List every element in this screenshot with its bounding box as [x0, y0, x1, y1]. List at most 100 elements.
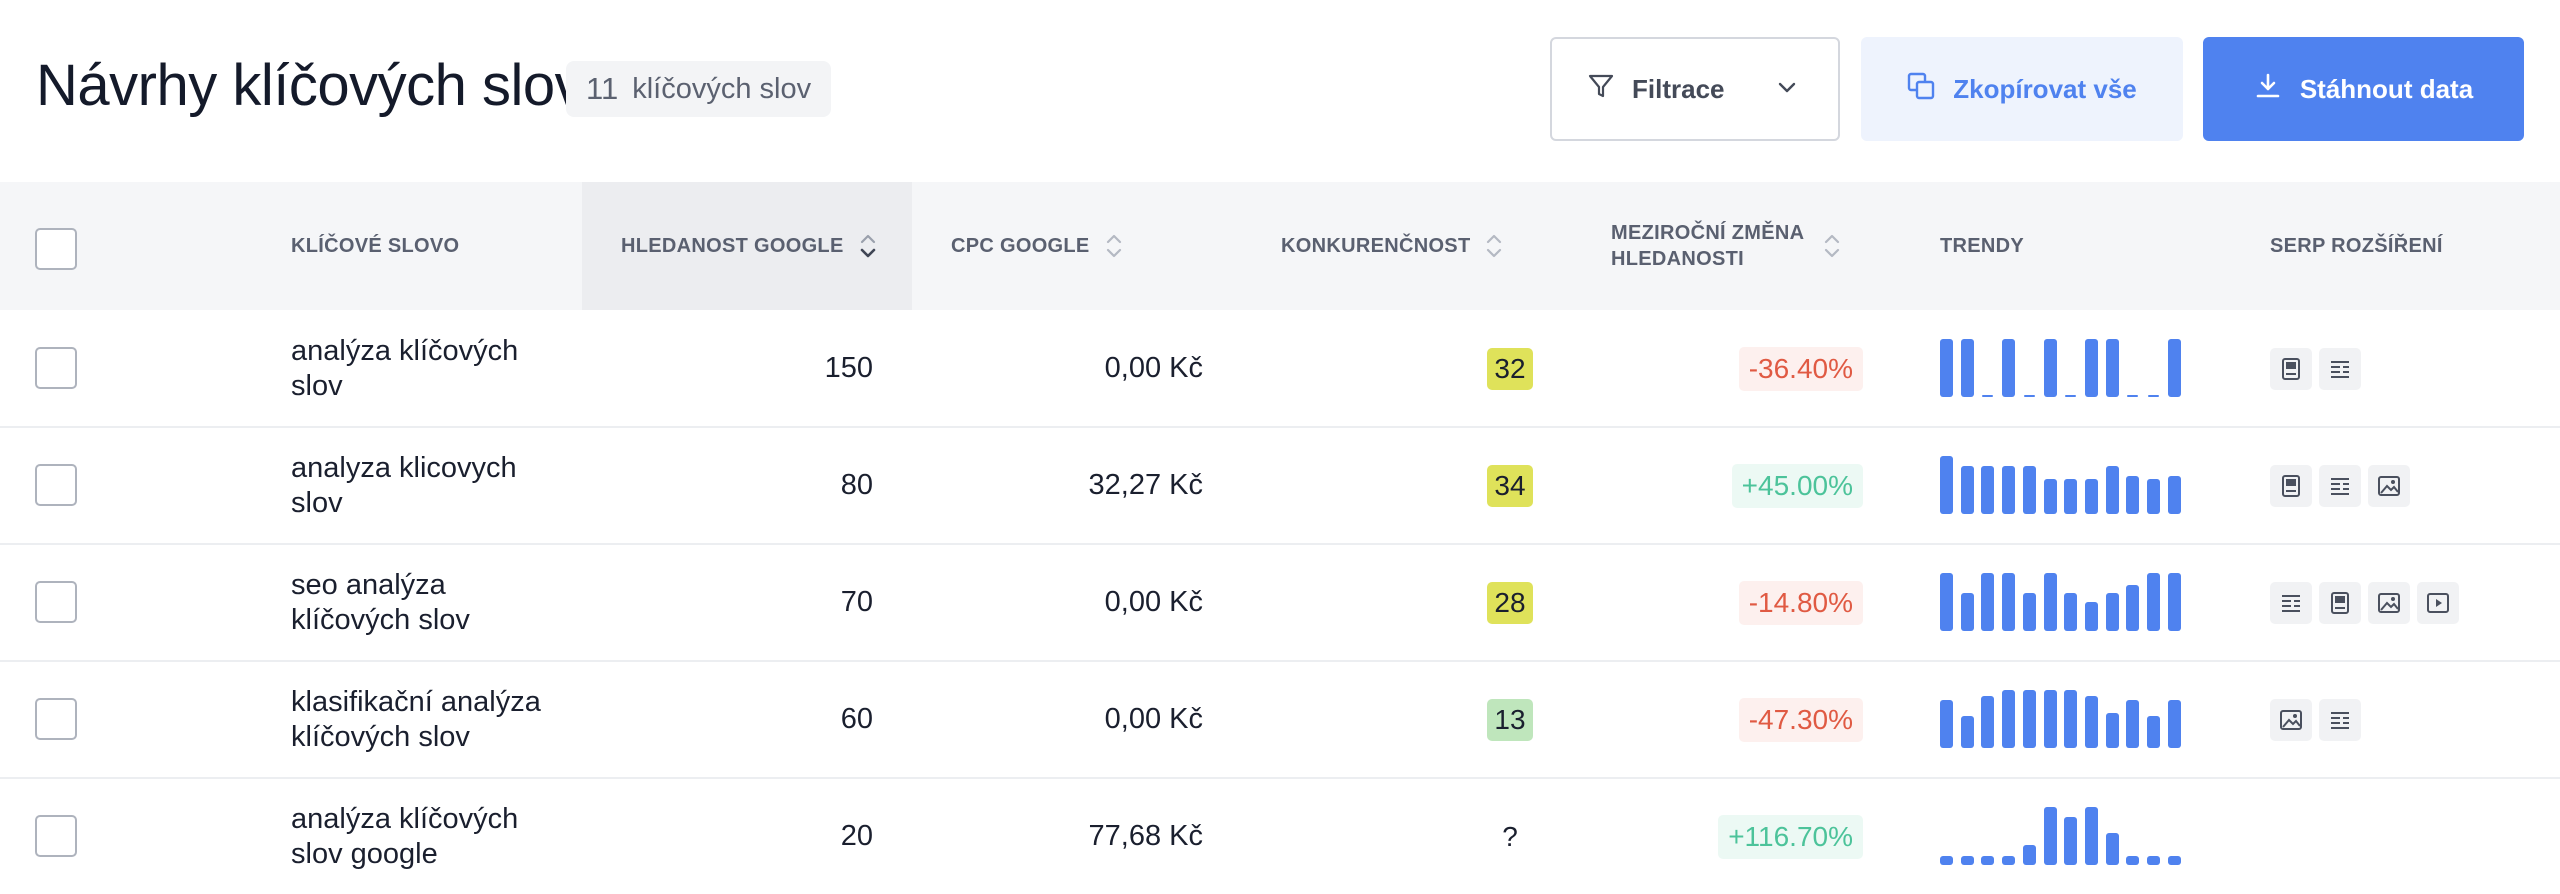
keyword-count-badge: 11 klíčových slov [566, 61, 832, 117]
keyword-text: analyza klicovych slov [291, 451, 517, 521]
chevron-down-icon [1776, 75, 1798, 106]
download-data-button[interactable]: Stáhnout data [2203, 37, 2524, 141]
column-trends-label: TRENDY [1940, 235, 2025, 257]
trend-bar [2064, 817, 2078, 865]
competition-cell: 28 [1281, 545, 1533, 660]
trend-bar [2064, 690, 2078, 748]
list-icon [2319, 698, 2361, 741]
trend-sparkline [1940, 311, 2190, 426]
trend-bar [2167, 339, 2181, 397]
keyword-text-line1: analyza klicovych [291, 451, 517, 484]
keyword-cell: seo analýza klíčových slov [291, 545, 551, 660]
competition-cell: ? [1281, 779, 1533, 894]
cpc-cell: 77,68 Kč [951, 779, 1203, 894]
trend-bar [2105, 833, 2119, 865]
column-trends: TRENDY [1940, 182, 2220, 310]
trend-bar [1981, 573, 1995, 631]
trend-bar [1960, 466, 1974, 514]
book-icon [2270, 464, 2312, 507]
keyword-cell: klasifikační analýza klíčových slov [291, 662, 551, 777]
competition-cell: 32 [1281, 311, 1533, 426]
trend-bar [2002, 339, 2016, 397]
trend-bar [2105, 339, 2119, 397]
column-yoy-change[interactable]: MEZIROČNÍ ZMĚNA HLEDANOSTI [1611, 182, 1911, 310]
image-icon [2368, 581, 2410, 624]
filter-icon [1588, 73, 1614, 106]
list-icon [2319, 464, 2361, 507]
trend-sparkline [1940, 662, 2190, 777]
yoy-change-cell: +116.70% [1611, 779, 1863, 894]
volume-value: 70 [840, 586, 873, 618]
trend-bar [2105, 592, 2119, 631]
trend-bar [2022, 466, 2036, 514]
keyword-text: klasifikační analýza klíčových slov [291, 685, 541, 755]
trend-bar [2167, 475, 2181, 514]
cpc-cell: 0,00 Kč [951, 545, 1203, 660]
trend-bar [2147, 573, 2160, 631]
keyword-count-label: klíčových slov [632, 72, 812, 105]
keyword-count: 11 [586, 71, 619, 106]
column-volume[interactable]: HLEDANOST GOOGLE [582, 182, 912, 310]
yoy-change-cell: +45.00% [1611, 428, 1863, 543]
trend-sparkline [1940, 779, 2190, 894]
volume-cell: 60 [582, 662, 873, 777]
volume-cell: 80 [582, 428, 873, 543]
trend-bar [2084, 807, 2098, 865]
column-competition[interactable]: KONKURENČNOST [1281, 182, 1581, 310]
column-cpc[interactable]: CPC GOOGLE [951, 182, 1231, 310]
trend-bar [1960, 339, 1974, 397]
trend-bar [2023, 395, 2035, 397]
trend-bar [2002, 855, 2016, 865]
trend-bar [1940, 456, 1953, 514]
keyword-text: seo analýza klíčových slov [291, 568, 470, 638]
row-checkbox[interactable] [35, 698, 77, 740]
cpc-value: 32,27 Kč [1088, 469, 1203, 501]
trend-bar [2147, 716, 2160, 748]
keyword-text-line1: analýza klíčových [291, 334, 519, 367]
trend-bar [2043, 573, 2057, 631]
table-header: KLÍČOVÉ SLOVO HLEDANOST GOOGLE CPC GOOGL… [0, 182, 2560, 310]
trend-bar [2126, 855, 2140, 865]
cpc-value: 0,00 Kč [1104, 703, 1203, 735]
trend-bar [1940, 573, 1953, 631]
row-checkbox[interactable] [35, 347, 77, 389]
keyword-text-line2: klíčových slov [291, 603, 470, 636]
filter-button[interactable]: Filtrace [1550, 37, 1840, 141]
sort-icon [1484, 231, 1504, 261]
column-serp-label: SERP ROZŠÍŘENÍ [2270, 235, 2443, 257]
trend-bar [2147, 479, 2160, 514]
trend-bar [2002, 690, 2016, 748]
copy-all-label: Zkopírovat vše [1953, 73, 2137, 104]
keyword-text-line2: slov [291, 486, 343, 519]
trend-bar [2167, 700, 2181, 748]
trend-bar [2126, 475, 2140, 514]
yoy-change-cell: -36.40% [1611, 311, 1863, 426]
competition-badge: 32 [1487, 347, 1533, 390]
row-checkbox[interactable] [35, 815, 77, 857]
row-checkbox[interactable] [35, 581, 77, 623]
row-checkbox[interactable] [35, 464, 77, 506]
trend-bar [2148, 395, 2159, 397]
keyword-text-line2: klíčových slov [291, 720, 470, 753]
column-cpc-label: CPC GOOGLE [951, 235, 1090, 257]
video-icon [2417, 581, 2459, 624]
trend-bar [2084, 695, 2098, 748]
serp-features [2270, 428, 2410, 543]
trend-bar [1960, 592, 1974, 631]
trend-bar [2126, 584, 2140, 631]
column-yoy-change-label: MEZIROČNÍ ZMĚNA HLEDANOSTI [1611, 220, 1804, 272]
copy-all-button[interactable]: Zkopírovat vše [1861, 37, 2183, 141]
volume-cell: 20 [582, 779, 873, 894]
book-icon [2270, 347, 2312, 390]
trend-bar [2043, 807, 2057, 865]
select-all-checkbox[interactable] [35, 228, 77, 270]
competition-cell: 34 [1281, 428, 1533, 543]
list-icon [2319, 347, 2361, 390]
image-icon [2270, 698, 2312, 741]
column-yoy-change-label-line2: HLEDANOSTI [1611, 248, 1744, 270]
trend-sparkline [1940, 545, 2190, 660]
trend-bar [1981, 466, 1995, 514]
trend-bar [2002, 466, 2016, 514]
keyword-text: analýza klíčových slov [291, 334, 518, 404]
table-row: analyza klicovych slov 80 32,27 Kč 34 +45.00% [0, 428, 2560, 545]
